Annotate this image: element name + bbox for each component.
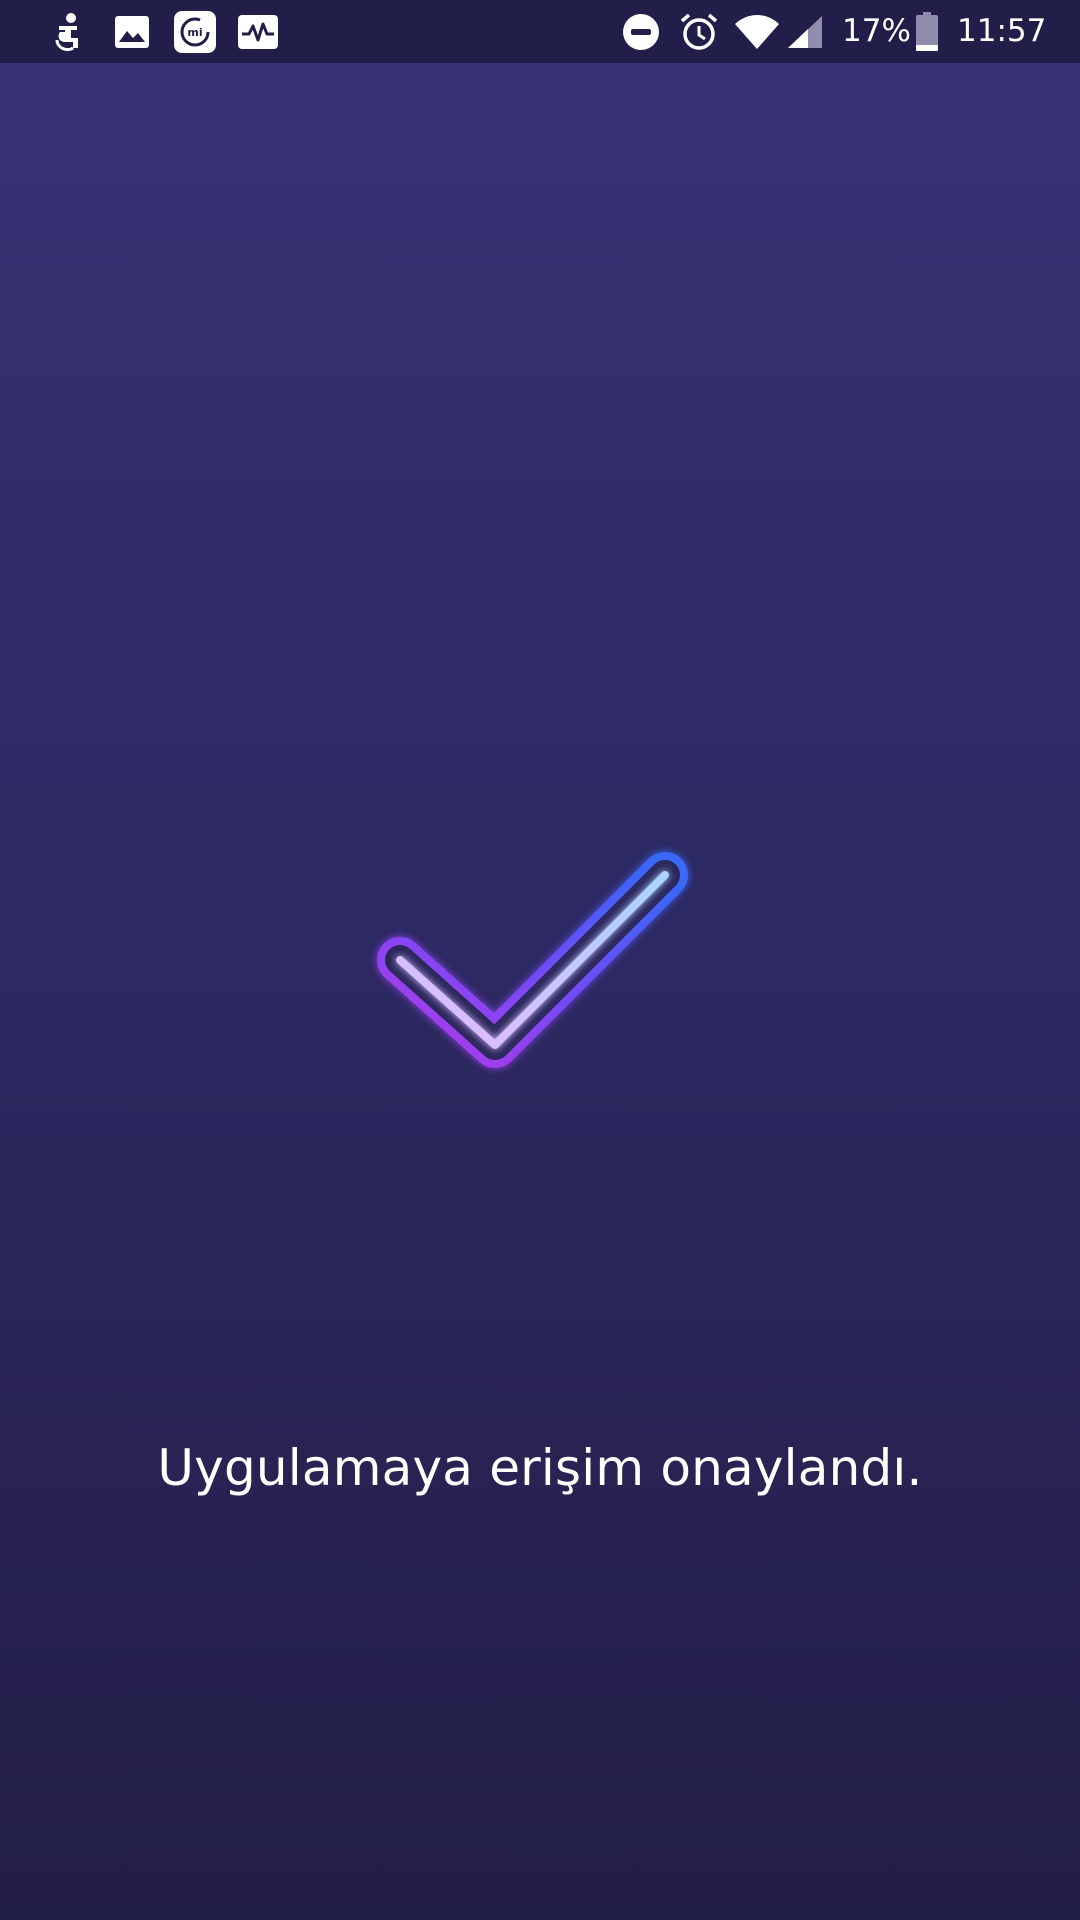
- alarm-icon: [677, 0, 721, 63]
- do-not-disturb-icon: [620, 0, 662, 63]
- svg-text:mi: mi: [187, 26, 202, 39]
- accessibility-icon: [48, 0, 88, 63]
- confirmation-screen: Uygulamaya erişim onaylandı.: [0, 63, 1080, 1920]
- battery-icon: [914, 0, 940, 63]
- status-bar: mi 17% 11:57: [0, 0, 1080, 63]
- checkmark-icon: [377, 852, 688, 1068]
- clock: 11:57: [957, 13, 1047, 49]
- mi-fit-icon: mi: [172, 0, 218, 63]
- confirmation-message: Uygulamaya erişim onaylandı.: [157, 1439, 923, 1497]
- signal-icon: [784, 0, 826, 63]
- battery-percent: 17%: [842, 13, 911, 49]
- gallery-icon: [112, 0, 152, 63]
- wifi-icon: [732, 0, 782, 63]
- activity-icon: [236, 0, 280, 63]
